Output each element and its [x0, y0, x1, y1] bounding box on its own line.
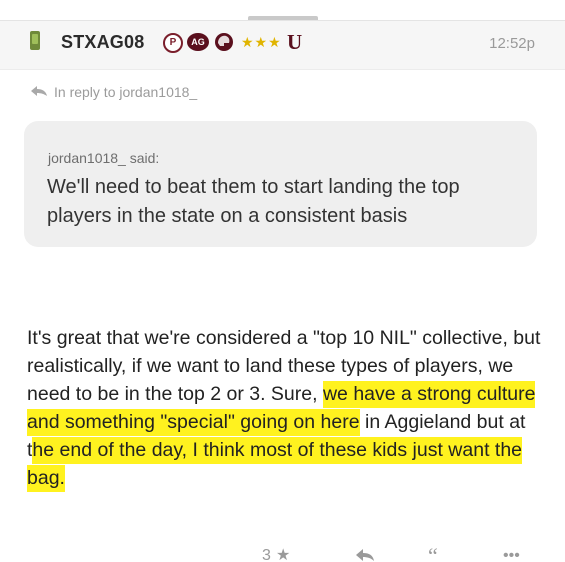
quote-text: We'll need to beat them to start landing… — [47, 176, 460, 227]
helmet-badge-icon — [215, 33, 233, 51]
quote-block: jordan1018_ said: We'll need to beat the… — [24, 121, 537, 247]
previous-post-sliver — [248, 16, 318, 20]
reply-to-link[interactable]: In reply to jordan1018_ — [30, 84, 197, 100]
username-link[interactable]: STXAG08 — [61, 32, 144, 53]
post-timestamp: 12:52p — [489, 35, 535, 52]
post-header: STXAG08 P AG ★★★ U 12:52p — [0, 21, 565, 70]
reply-arrow-icon — [31, 86, 47, 96]
post-body: It's great that we're considered a "top … — [27, 324, 547, 492]
star-icon[interactable]: ★ — [276, 548, 290, 562]
u-badge-icon: U — [287, 30, 303, 54]
p-badge-icon: P — [163, 33, 183, 53]
highlighted-text: he end of the day, I think most of these… — [27, 437, 523, 492]
ag-badge-icon: AG — [187, 33, 209, 51]
stars-badge-icon: ★★★ — [241, 34, 282, 50]
quote-author[interactable]: jordan1018_ said: — [48, 150, 159, 166]
top-edge — [0, 0, 565, 21]
reply-arrow-icon[interactable] — [355, 548, 375, 562]
post-actions: 3 ★ “ ••• — [0, 548, 565, 562]
reply-to-label: In reply to jordan1018_ — [54, 84, 198, 100]
mobile-phone-icon — [30, 31, 40, 50]
more-icon[interactable]: ••• — [503, 548, 520, 562]
like-count: 3 — [262, 548, 271, 562]
quote-icon[interactable]: “ — [428, 548, 438, 562]
